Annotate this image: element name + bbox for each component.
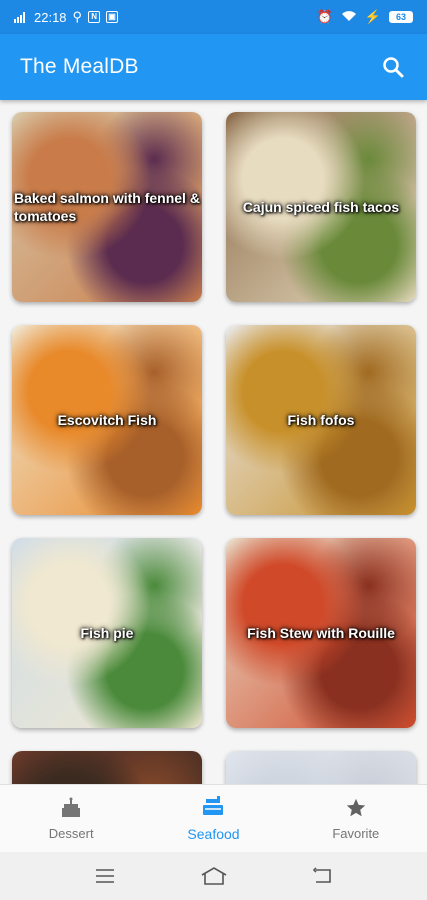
- meal-card[interactable]: [12, 751, 202, 784]
- meal-card[interactable]: Fish pie: [12, 538, 202, 728]
- star-icon: [344, 797, 368, 822]
- nav-item-favorite[interactable]: Favorite: [285, 785, 427, 852]
- meal-card[interactable]: [226, 751, 416, 784]
- back-icon[interactable]: [308, 861, 338, 891]
- nav-label-favorite: Favorite: [332, 825, 380, 841]
- alarm-icon: ⏰: [316, 9, 333, 24]
- menu-icon[interactable]: [90, 861, 120, 891]
- meal-image: [12, 751, 202, 784]
- meal-name: Escovitch Fish: [57, 412, 157, 428]
- meal-card[interactable]: Escovitch Fish: [12, 325, 202, 515]
- meal-card[interactable]: Baked salmon with fennel & tomatoes: [12, 112, 202, 302]
- meal-name: Fish fofos: [287, 412, 355, 428]
- meal-card[interactable]: Cajun spiced fish tacos: [226, 112, 416, 302]
- nav-label-dessert: Dessert: [48, 825, 94, 841]
- cake-icon: [59, 797, 83, 822]
- system-navigation: [0, 852, 427, 900]
- nav-item-seafood[interactable]: Seafood: [142, 785, 284, 852]
- gallery-icon: ▣: [106, 11, 119, 23]
- meal-image: [226, 751, 416, 784]
- status-bar: 22:18 ⚲ N ▣ ⏰ ⚡ 63: [0, 0, 427, 34]
- meal-card[interactable]: Fish Stew with Rouille: [226, 538, 416, 728]
- meal-name: Baked salmon with fennel & tomatoes: [14, 190, 200, 224]
- meal-grid: Baked salmon with fennel & tomatoes Caju…: [0, 100, 427, 784]
- usb-icon: ⚲: [72, 9, 83, 24]
- bottom-navigation: Dessert Seafood Favorite: [0, 784, 427, 852]
- app-bar: The MealDB: [0, 34, 427, 100]
- meal-name: Fish Stew with Rouille: [247, 625, 395, 641]
- signal-icon: [14, 11, 28, 23]
- search-icon[interactable]: [379, 53, 407, 81]
- seafood-icon: [200, 795, 226, 822]
- home-icon[interactable]: [199, 861, 229, 891]
- meal-card[interactable]: Fish fofos: [226, 325, 416, 515]
- notification-n-icon: N: [88, 11, 101, 23]
- meal-name: Fish pie: [80, 625, 134, 641]
- status-time: 22:18: [34, 9, 67, 25]
- wifi-icon: [341, 10, 357, 25]
- meal-name: Cajun spiced fish tacos: [242, 199, 400, 215]
- charging-icon: ⚡: [364, 9, 381, 24]
- nav-label-seafood: Seafood: [187, 826, 240, 842]
- nav-item-dessert[interactable]: Dessert: [0, 785, 142, 852]
- app-title: The MealDB: [20, 55, 139, 78]
- battery-icon: 63: [389, 11, 413, 23]
